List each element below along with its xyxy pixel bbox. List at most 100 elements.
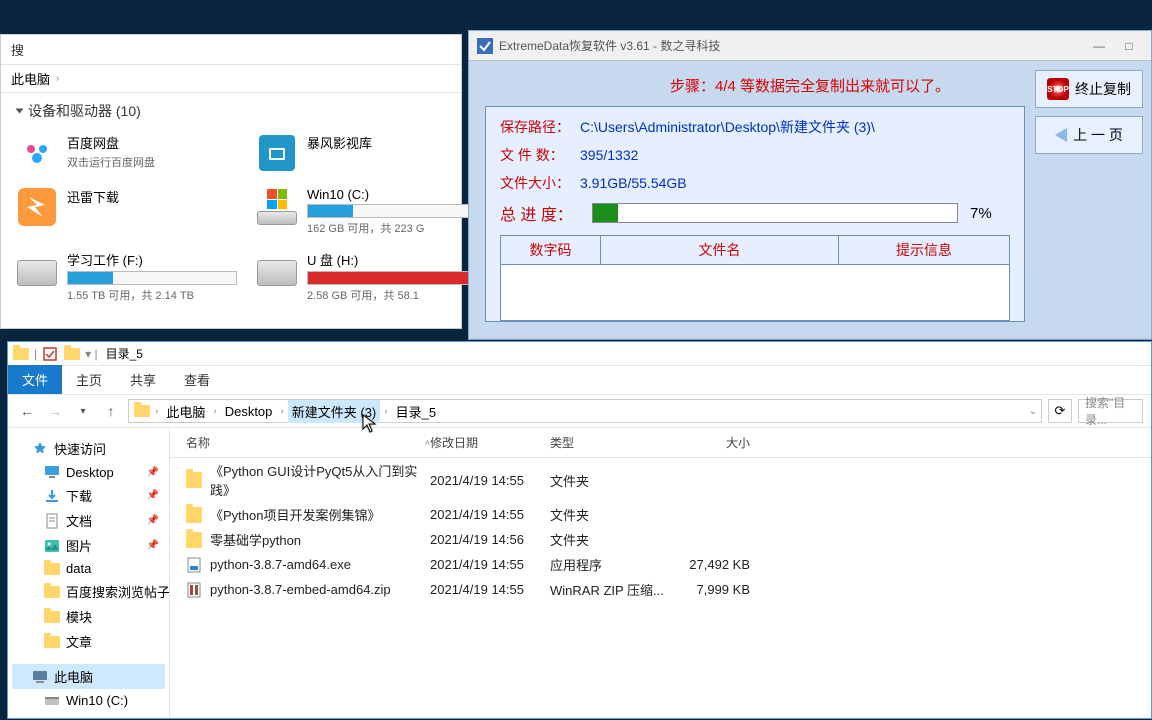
drive-baofeng[interactable]: 暴风影视库 xyxy=(257,133,477,173)
drive-study-f[interactable]: 学习工作 (F:) 1.55 TB 可用，共 2.14 TB xyxy=(17,250,237,303)
file-row[interactable]: python-3.8.7-embed-amd64.zip2021/4/19 14… xyxy=(170,577,1151,602)
file-type: 文件夹 xyxy=(550,505,670,524)
tree-label: 此电脑 xyxy=(54,667,93,686)
chevron-right-icon: › xyxy=(155,406,158,417)
app-icon xyxy=(477,38,493,54)
titlebar[interactable]: ExtremeData恢复软件 v3.61 - 数之寻科技 — □ xyxy=(469,31,1151,61)
drive-subtitle: 162 GB 可用，共 223 G xyxy=(307,220,477,236)
explorer-this-pc-window: 搜 此电脑 › 设备和驱动器 (10) 百度网盘 双击运行百度网盘 暴风影视库 xyxy=(0,34,462,329)
drive-title: 暴风影视库 xyxy=(307,133,477,152)
file-type: 文件夹 xyxy=(550,471,670,490)
pin-icon: 📌 xyxy=(147,467,159,478)
titlebar[interactable]: | ▾ | 目录_5 xyxy=(8,342,1151,366)
file-size: 7,999 KB xyxy=(670,582,770,597)
checkbox-icon[interactable] xyxy=(41,345,59,363)
chevron-right-icon: › xyxy=(56,73,59,84)
drive-title: U 盘 (H:) xyxy=(307,250,477,269)
tree-pictures[interactable]: 图片📌 xyxy=(12,533,165,558)
folder-small-icon[interactable] xyxy=(63,345,81,363)
file-row[interactable]: python-3.8.7-amd64.exe2021/4/19 14:55应用程… xyxy=(170,552,1151,577)
section-title-text: 设备和驱动器 (10) xyxy=(28,101,141,121)
chevron-right-icon: › xyxy=(280,406,283,417)
arrow-left-icon xyxy=(1055,128,1067,142)
file-name: 《Python项目开发案例集锦》 xyxy=(210,505,380,524)
tree-data[interactable]: data xyxy=(12,558,165,579)
file-type: 文件夹 xyxy=(550,530,670,549)
folder-icon xyxy=(133,402,151,420)
tree-win10-c[interactable]: Win10 (C:) xyxy=(12,689,165,711)
file-date: 2021/4/19 14:55 xyxy=(430,507,550,522)
section-header[interactable]: 设备和驱动器 (10) xyxy=(17,101,445,121)
file-size: 27,492 KB xyxy=(670,557,770,572)
size-label: 文件大小： xyxy=(500,173,580,193)
tree-baidu-posts[interactable]: 百度搜索浏览帖子 xyxy=(12,579,165,604)
tree-label: 模块 xyxy=(66,607,92,626)
progress-percent: 7% xyxy=(970,205,1010,222)
back-button[interactable]: ← xyxy=(16,400,38,422)
tree-this-pc[interactable]: 此电脑 xyxy=(12,664,165,689)
search-input[interactable]: 搜索"目录... xyxy=(1078,399,1143,423)
nav-tree[interactable]: 快速访问 Desktop📌 下载📌 文档📌 图片📌 data 百度搜索浏览帖子 … xyxy=(8,428,170,718)
tree-downloads[interactable]: 下载📌 xyxy=(12,483,165,508)
crumb-newfolder[interactable]: 新建文件夹 (3) xyxy=(288,400,381,423)
tab-home[interactable]: 主页 xyxy=(62,365,116,394)
col-date[interactable]: 修改日期 xyxy=(430,434,550,451)
tab-view[interactable]: 查看 xyxy=(170,365,224,394)
refresh-button[interactable]: ⟳ xyxy=(1048,399,1072,423)
tree-desktop[interactable]: Desktop📌 xyxy=(12,461,165,483)
col-size[interactable]: 大小 xyxy=(670,434,770,451)
minimize-button[interactable]: — xyxy=(1085,37,1113,55)
file-row[interactable]: 《Python GUI设计PyQt5从入门到实践》2021/4/19 14:55… xyxy=(170,458,1151,502)
tab-file[interactable]: 文件 xyxy=(8,365,62,394)
chevron-down-icon xyxy=(16,109,24,114)
prev-page-button[interactable]: 上 一 页 xyxy=(1035,116,1143,154)
up-button[interactable]: ↑ xyxy=(100,400,122,422)
stop-button-label: 终止复制 xyxy=(1075,79,1131,99)
file-date: 2021/4/19 14:55 xyxy=(430,557,550,572)
pc-icon xyxy=(32,669,48,685)
stop-copy-button[interactable]: STOP 终止复制 xyxy=(1035,70,1143,108)
progress-label: 总 进 度： xyxy=(500,201,580,225)
tree-modules[interactable]: 模块 xyxy=(12,604,165,629)
crumb-thispc[interactable]: 此电脑 xyxy=(162,400,209,423)
result-table-header: 数字码 文件名 提示信息 xyxy=(500,235,1010,265)
pin-icon: 📌 xyxy=(147,490,159,501)
crumb-current[interactable]: 目录_5 xyxy=(392,400,440,423)
forward-button[interactable]: → xyxy=(44,400,66,422)
window-title: 目录_5 xyxy=(106,345,143,362)
drive-win10-c[interactable]: Win10 (C:) 162 GB 可用，共 223 G xyxy=(257,187,477,236)
result-table-body[interactable] xyxy=(500,265,1010,321)
breadcrumb[interactable]: 此电脑 › xyxy=(1,65,461,93)
breadcrumb-item[interactable]: 此电脑 xyxy=(11,69,50,88)
tree-articles[interactable]: 文章 xyxy=(12,629,165,654)
folder-icon xyxy=(186,532,202,548)
col-type[interactable]: 类型 xyxy=(550,434,670,451)
crumb-desktop[interactable]: Desktop xyxy=(221,402,277,421)
drive-usb-h[interactable]: U 盘 (H:) 2.58 GB 可用，共 58.1 xyxy=(257,250,477,303)
col-name[interactable]: 名称˄ xyxy=(170,434,430,451)
capacity-bar xyxy=(307,204,477,218)
tree-label: 百度搜索浏览帖子 xyxy=(66,582,170,601)
desktop-icon xyxy=(44,464,60,480)
tree-label: Win10 (C:) xyxy=(66,693,128,708)
download-icon xyxy=(44,488,60,504)
drive-xunlei[interactable]: 迅雷下载 xyxy=(17,187,237,236)
recent-dropdown[interactable]: ▾ xyxy=(72,400,94,422)
file-row[interactable]: 《Python项目开发案例集锦》 2021/4/19 14:55文件夹 xyxy=(170,502,1151,527)
zip-icon xyxy=(186,582,202,598)
tree-quick-access[interactable]: 快速访问 xyxy=(12,436,165,461)
address-bar[interactable]: › 此电脑 › Desktop › 新建文件夹 (3) › 目录_5 ⌄ xyxy=(128,399,1042,423)
count-value: 395/1332 xyxy=(580,147,638,163)
drive-baidu[interactable]: 百度网盘 双击运行百度网盘 xyxy=(17,133,237,173)
file-row[interactable]: 零基础学python2021/4/19 14:56文件夹 xyxy=(170,527,1151,552)
dropdown-icon[interactable]: ⌄ xyxy=(1029,406,1037,417)
drive-title: 学习工作 (F:) xyxy=(67,250,237,269)
file-list[interactable]: 名称˄ 修改日期 类型 大小 《Python GUI设计PyQt5从入门到实践》… xyxy=(170,428,1151,718)
file-date: 2021/4/19 14:56 xyxy=(430,532,550,547)
disk-icon xyxy=(257,211,297,225)
tab-share[interactable]: 共享 xyxy=(116,365,170,394)
tree-documents[interactable]: 文档📌 xyxy=(12,508,165,533)
capacity-bar xyxy=(67,271,237,285)
disk-icon xyxy=(44,692,60,708)
maximize-button[interactable]: □ xyxy=(1115,37,1143,55)
